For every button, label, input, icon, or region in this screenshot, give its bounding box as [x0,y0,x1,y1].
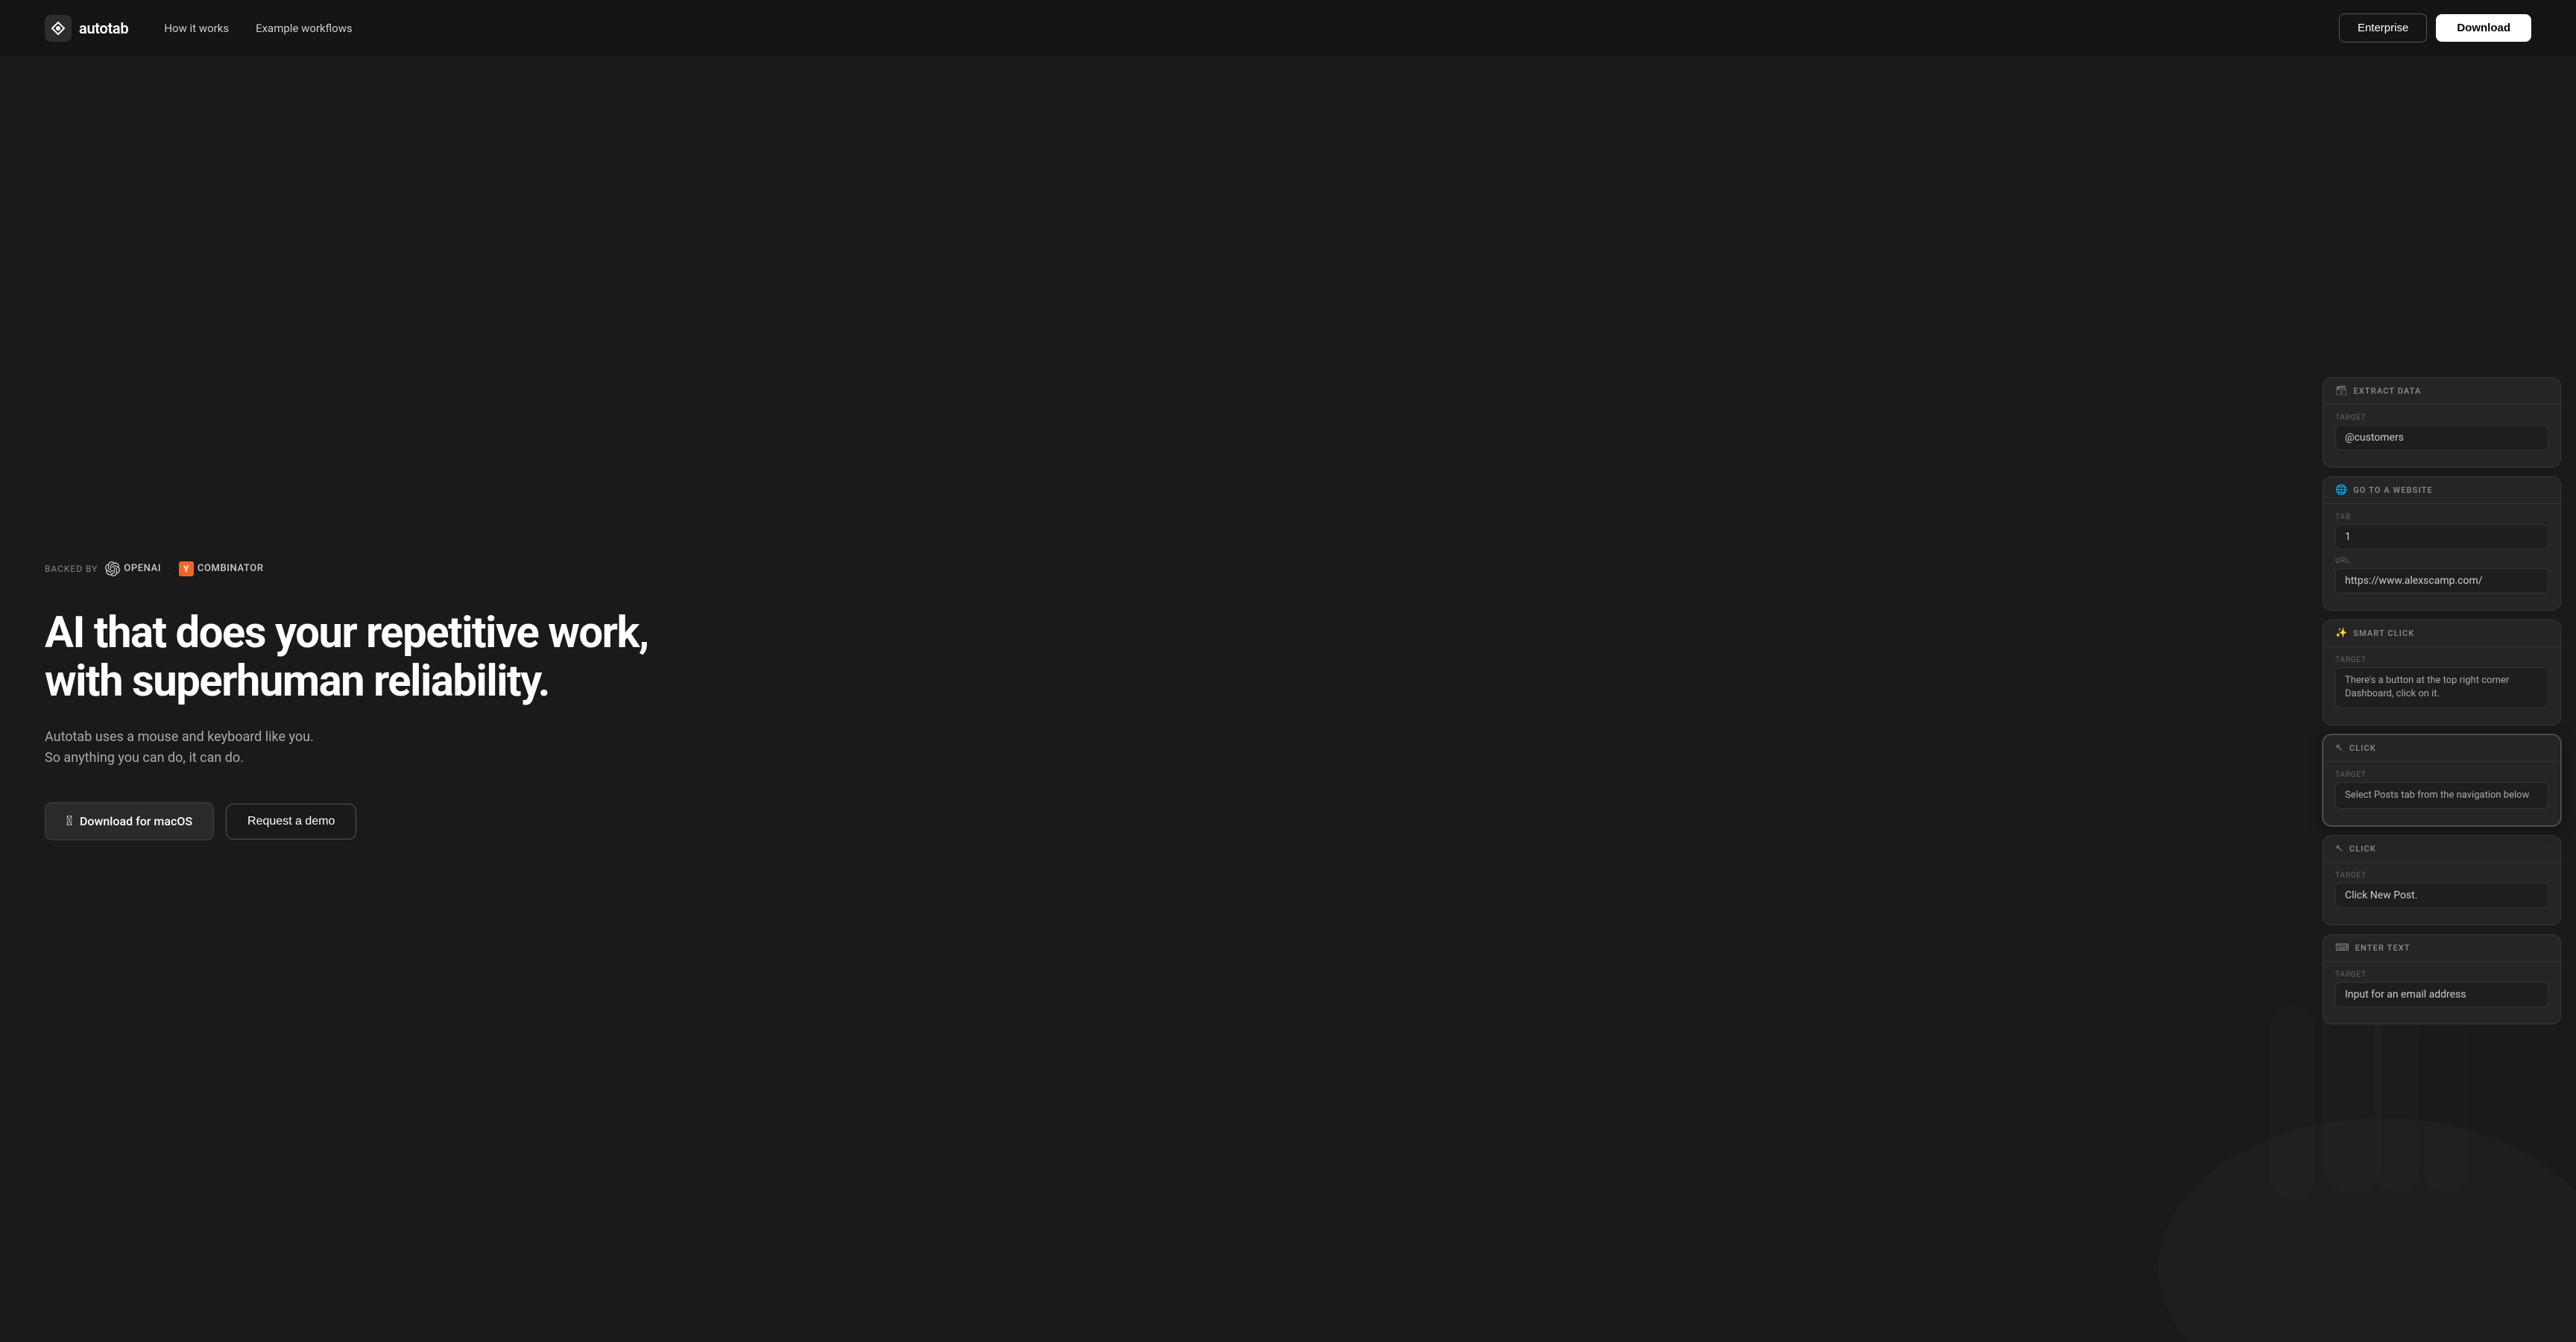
nav-right: Enterprise Download [2339,13,2531,42]
cta-buttons:  Download for macOS Request a demo [45,802,1295,840]
heading-line1: AI that does your repetitive work, [45,608,648,658]
hero-heading: AI that does your repetitive work, with … [45,609,1295,706]
download-nav-button[interactable]: Download [2436,14,2531,42]
hero-right: 🗃 EXTRACT DATA TARGET @customers 🌐 GO TO… [1339,60,2576,1342]
field-value-target-smart: There's a button at the top right corner… [2335,667,2548,708]
field-tab: TAB 1 [2335,513,2548,549]
card-body-extract: TARGET @customers [2323,405,2560,467]
heading-line2: with superhuman reliability. [45,656,549,707]
card-label-website: GO TO A WEBSITE [2353,485,2433,495]
field-url: URL https://www.alexscamp.com/ [2335,557,2548,593]
nav-links: How it works Example workflows [164,22,352,35]
click-new-post-icon: ↖ [2335,843,2343,854]
field-label-target-new-post: TARGET [2335,872,2548,880]
subtitle-line1: Autotab uses a mouse and keyboard like y… [45,729,314,745]
openai-logo: OpenAI [105,561,161,576]
field-target-extract: TARGET @customers [2335,414,2548,450]
website-icon: 🌐 [2335,485,2347,496]
hero-left: BACKED BY OpenAI · Y Combinator AI that … [0,60,1339,1342]
extract-icon: 🗃 [2335,385,2348,397]
smart-click-icon: ✨ [2335,628,2347,639]
ycombinator-text: Combinator [198,563,264,574]
card-smart-click: ✨ SMART CLICK TARGET There's a button at… [2323,620,2561,725]
hero-subtitle: Autotab uses a mouse and keyboard like y… [45,727,402,770]
card-body-click-posts: TARGET Select Posts tab from the navigat… [2323,762,2560,825]
card-click-new-post: ↖ CLICK TARGET Click New Post. [2323,835,2561,925]
card-header-click-posts: ↖ CLICK [2323,735,2560,762]
request-demo-button[interactable]: Request a demo [226,804,356,839]
backed-label: BACKED BY [45,564,98,574]
navbar: autotab How it works Example workflows E… [0,0,2576,56]
field-value-target-extract: @customers [2335,425,2548,450]
field-target-click-posts: TARGET Select Posts tab from the navigat… [2335,771,2548,809]
backed-by: BACKED BY OpenAI · Y Combinator [45,561,1295,576]
card-label-extract: EXTRACT DATA [2354,386,2422,396]
card-extract-data: 🗃 EXTRACT DATA TARGET @customers [2323,377,2561,467]
field-target-new-post: TARGET Click New Post. [2335,872,2548,908]
click-posts-icon: ↖ [2335,743,2343,754]
field-value-tab: 1 [2335,524,2548,549]
card-header-smart-click: ✨ SMART CLICK [2323,620,2560,647]
field-label-target-extract: TARGET [2335,414,2548,422]
enter-text-icon: ⌨ [2335,942,2349,954]
logo-icon [45,15,72,42]
field-value-target-new-post: Click New Post. [2335,883,2548,908]
nav-how-it-works[interactable]: How it works [164,22,229,35]
card-click-posts: ↖ CLICK TARGET Select Posts tab from the… [2323,734,2561,826]
separator: · [168,564,171,574]
subtitle-line2: So anything you can do, it can do. [45,750,244,766]
card-go-to-website: 🌐 GO TO A WEBSITE TAB 1 URL https://www.… [2323,476,2561,611]
card-label-smart-click: SMART CLICK [2353,629,2414,638]
card-label-enter-text: ENTER TEXT [2355,943,2411,953]
cards-panel: 🗃 EXTRACT DATA TARGET @customers 🌐 GO TO… [2308,347,2576,1054]
card-label-click-posts: CLICK [2349,743,2376,753]
download-macos-button[interactable]:  Download for macOS [45,802,214,840]
apple-icon:  [66,813,72,829]
card-enter-text: ⌨ ENTER TEXT TARGET Input for an email a… [2323,934,2561,1024]
field-value-target-enter-text: Input for an email address [2335,982,2548,1007]
card-body-smart-click: TARGET There's a button at the top right… [2323,647,2560,724]
nav-left: autotab How it works Example workflows [45,15,353,42]
card-label-click-new-post: CLICK [2349,844,2376,854]
field-value-url: https://www.alexscamp.com/ [2335,568,2548,593]
enterprise-button[interactable]: Enterprise [2339,13,2427,42]
field-label-target-smart: TARGET [2335,656,2548,664]
nav-example-workflows[interactable]: Example workflows [256,22,353,35]
card-body-enter-text: TARGET Input for an email address [2323,962,2560,1024]
field-target-enter-text: TARGET Input for an email address [2335,971,2548,1007]
card-header-website: 🌐 GO TO A WEBSITE [2323,477,2560,504]
card-body-click-new-post: TARGET Click New Post. [2323,863,2560,924]
ycombinator-icon: Y [179,561,194,576]
field-label-target-enter-text: TARGET [2335,971,2548,979]
card-header-click-new-post: ↖ CLICK [2323,836,2560,863]
hero-section: BACKED BY OpenAI · Y Combinator AI that … [0,0,2576,1342]
field-label-target-posts: TARGET [2335,771,2548,779]
logo[interactable]: autotab [45,15,128,42]
field-value-target-posts: Select Posts tab from the navigation bel… [2335,782,2548,809]
openai-icon [105,561,120,576]
field-label-url: URL [2335,557,2548,565]
download-macos-label: Download for macOS [80,814,192,828]
card-header-extract: 🗃 EXTRACT DATA [2323,378,2560,405]
card-header-enter-text: ⌨ ENTER TEXT [2323,935,2560,962]
field-target-smart-click: TARGET There's a button at the top right… [2335,656,2548,708]
ycombinator-badge-wrapper: Y Combinator [179,561,264,576]
field-label-tab: TAB [2335,513,2548,521]
logo-text: autotab [79,19,128,37]
openai-text: OpenAI [124,563,161,574]
card-body-website: TAB 1 URL https://www.alexscamp.com/ [2323,504,2560,610]
